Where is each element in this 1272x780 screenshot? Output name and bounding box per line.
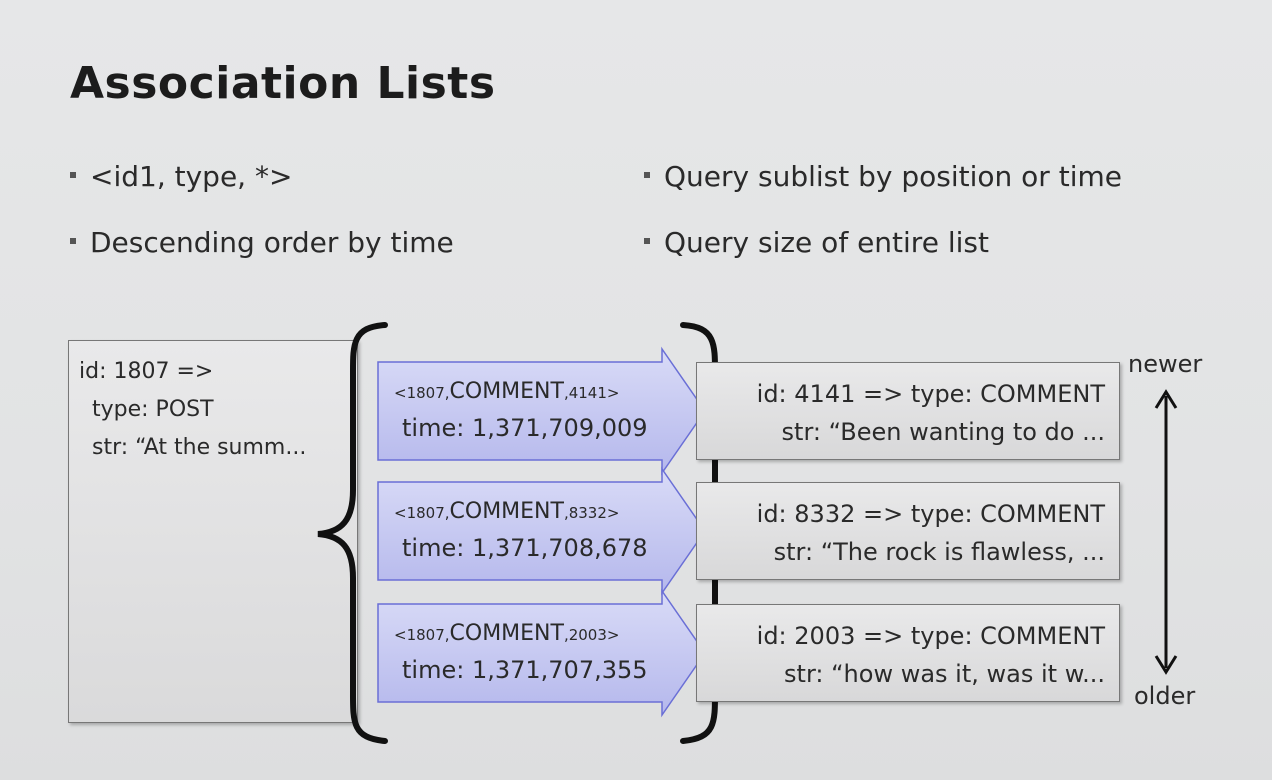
comment-object-box: id: 4141 => type: COMMENT str: “Been wan… (696, 362, 1120, 460)
association-label: <1807,COMMENT,8332> time: 1,371,708,678 (380, 495, 670, 567)
association-time: time: 1,371,708,678 (402, 534, 648, 562)
association-label: <1807,COMMENT,4141> time: 1,371,709,009 (380, 375, 670, 447)
comment-str: str: “The rock is flawless, ... (773, 538, 1105, 566)
association-key: <1807,COMMENT,4141> (394, 379, 620, 404)
association-label: <1807,COMMENT,2003> time: 1,371,707,355 (380, 617, 670, 689)
older-label: older (1134, 682, 1196, 710)
association-time: time: 1,371,709,009 (402, 414, 648, 442)
comment-object-box: id: 2003 => type: COMMENT str: “how was … (696, 604, 1120, 702)
comment-object-box: id: 8332 => type: COMMENT str: “The rock… (696, 482, 1120, 580)
association-key: <1807,COMMENT,2003> (394, 621, 620, 646)
association-time: time: 1,371,707,355 (402, 656, 648, 684)
comment-str: str: “how was it, was it w... (784, 660, 1105, 688)
comment-id-type: id: 8332 => type: COMMENT (756, 500, 1105, 528)
comment-str: str: “Been wanting to do ... (781, 418, 1105, 446)
comment-id-type: id: 4141 => type: COMMENT (756, 380, 1105, 408)
newer-label: newer (1128, 350, 1203, 378)
comment-id-type: id: 2003 => type: COMMENT (756, 622, 1105, 650)
association-key: <1807,COMMENT,8332> (394, 499, 620, 524)
